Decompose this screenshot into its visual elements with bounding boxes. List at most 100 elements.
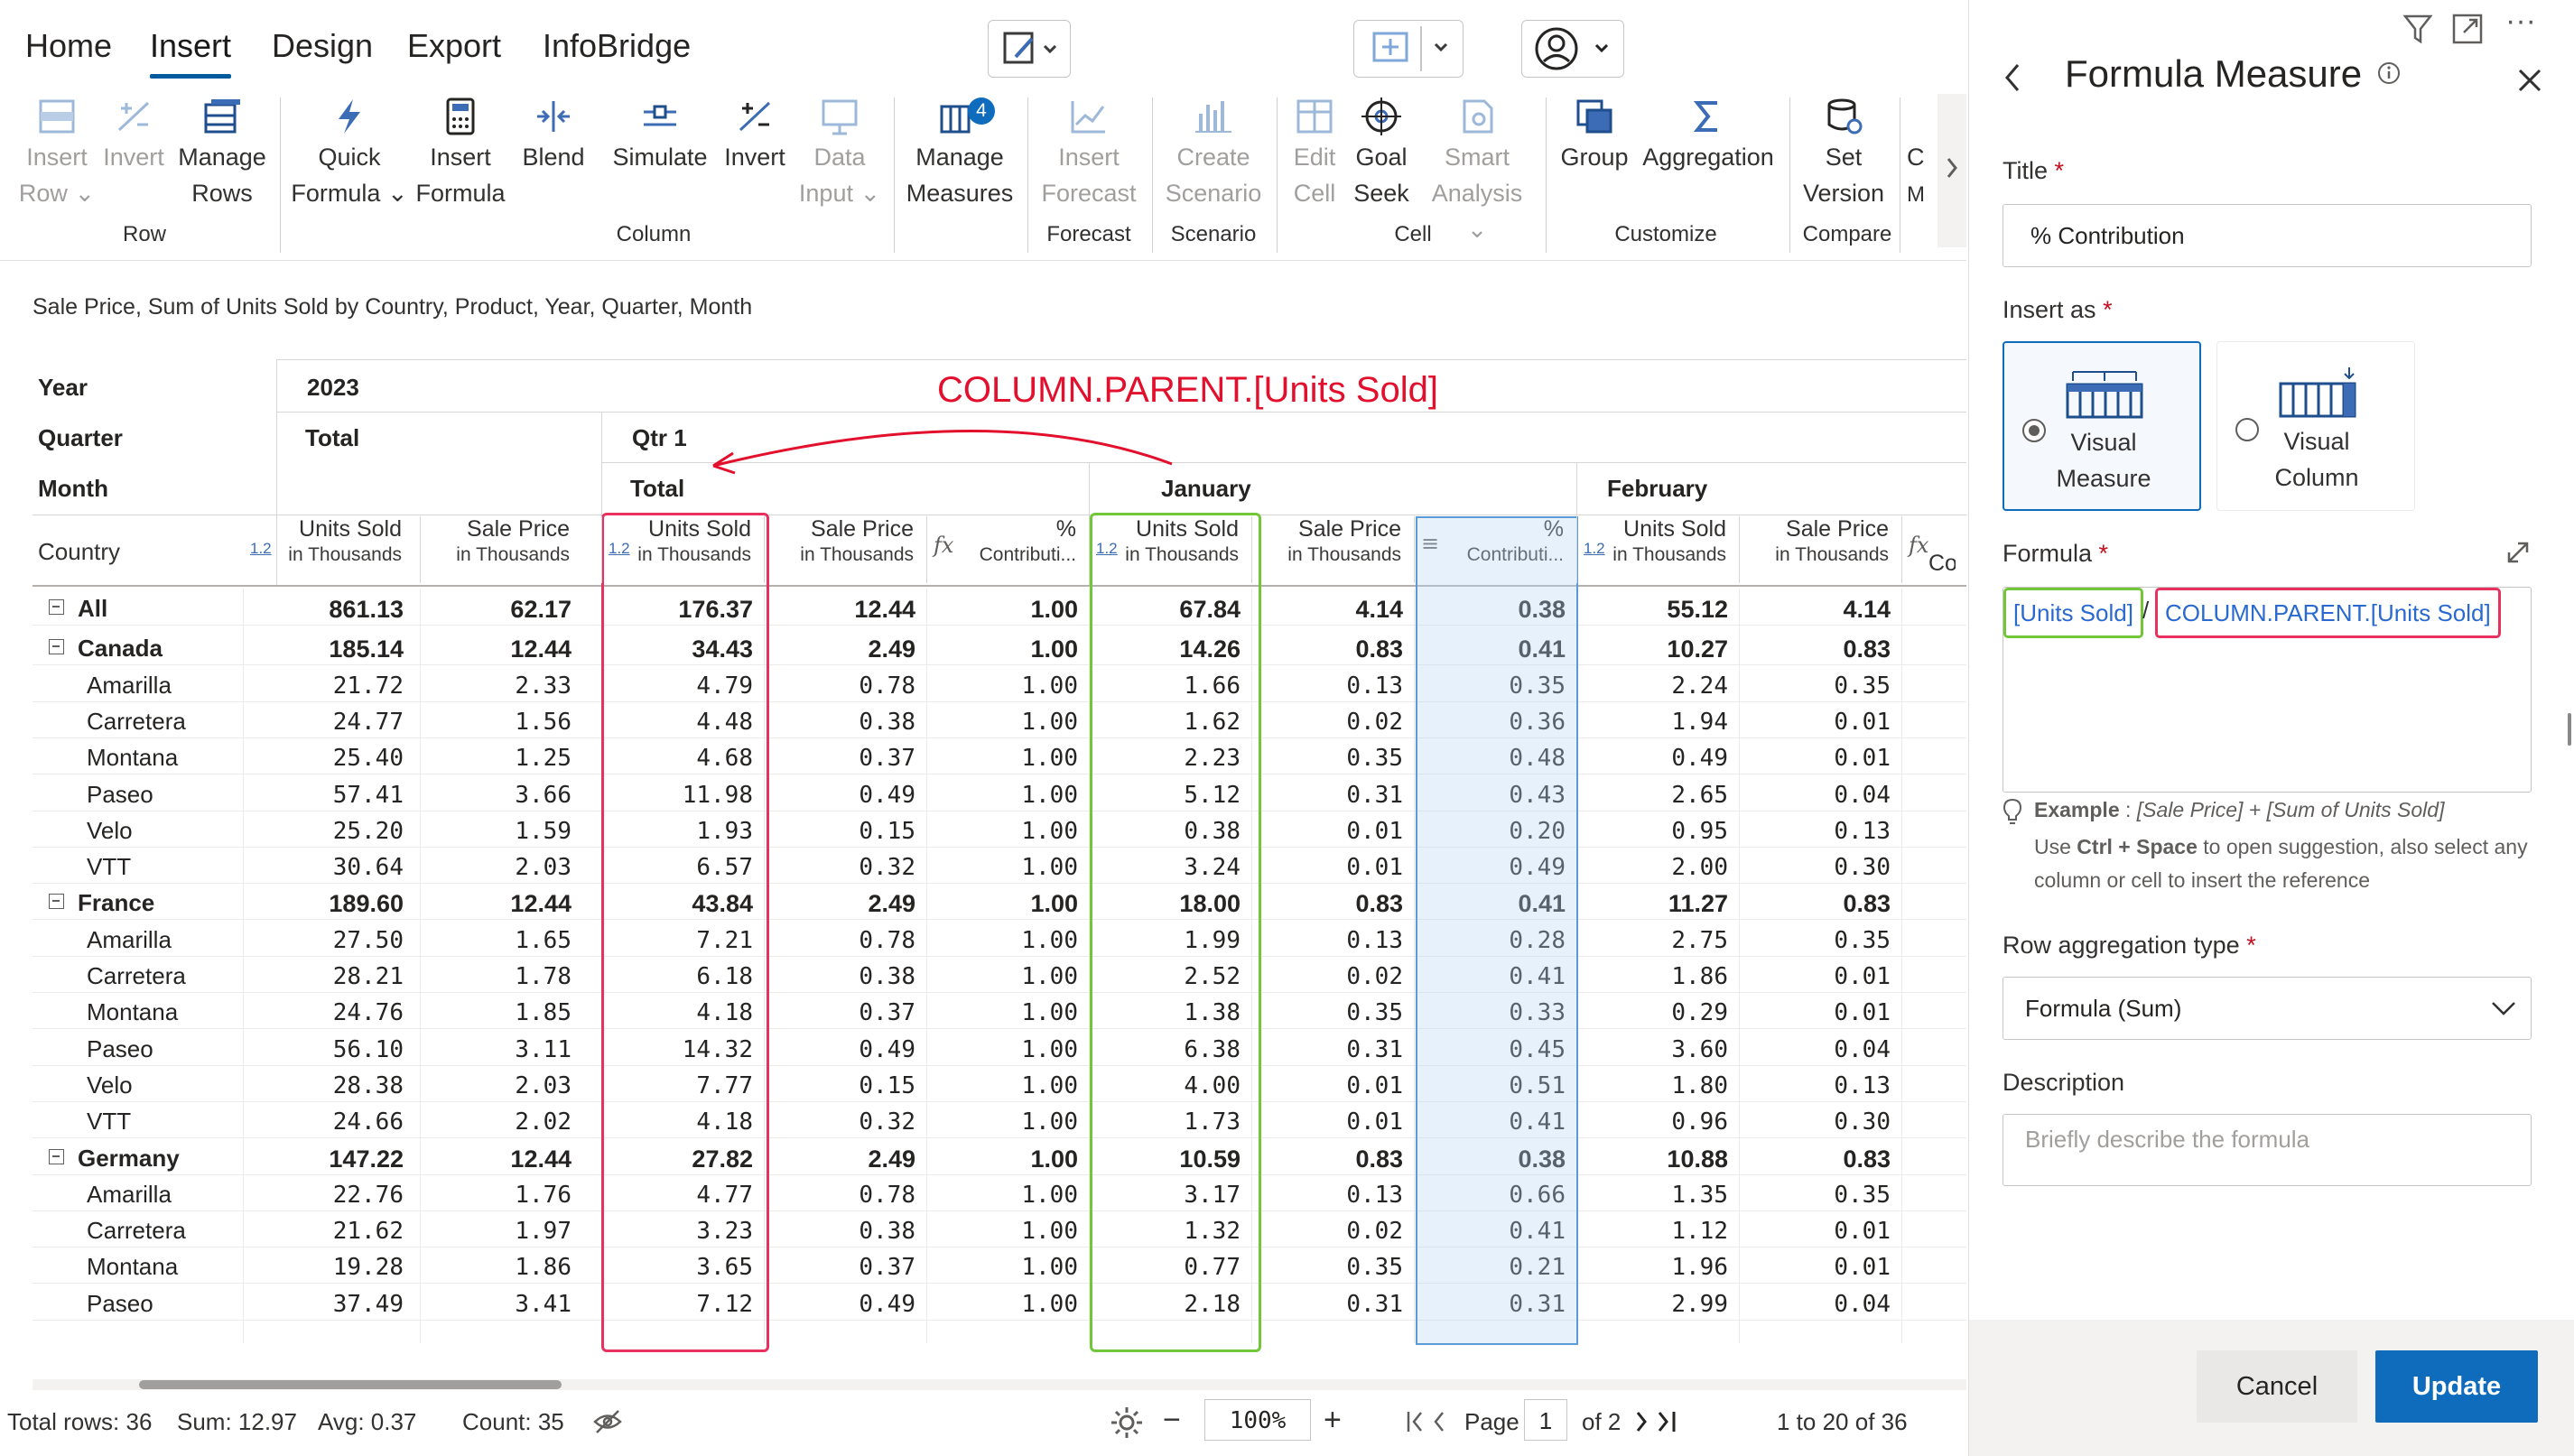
cell-value[interactable]: 2.49	[780, 890, 915, 918]
tab-export[interactable]: Export	[407, 27, 501, 65]
cell-value[interactable]: 1.00	[943, 1108, 1078, 1136]
settings-gear-icon[interactable]	[1109, 1405, 1145, 1441]
cell-value[interactable]: 0.13	[1755, 1072, 1891, 1099]
cell-value[interactable]: 2.03	[436, 854, 571, 881]
cell-value[interactable]: 0.31	[1268, 1036, 1403, 1063]
quick-formula-button[interactable]: Quick Formula ⌄	[291, 97, 408, 211]
cell-value[interactable]: 0.29	[1593, 999, 1728, 1026]
cell-value[interactable]: 1.00	[943, 1254, 1078, 1281]
cell-value[interactable]: 0.38	[780, 709, 915, 736]
january-header[interactable]: January	[1161, 475, 1251, 503]
group-row[interactable]: Canada 185.14 12.44 34.43 2.49 1.00 14.26 0.83 0…	[33, 628, 1966, 666]
cell-value[interactable]: 1.56	[436, 709, 571, 736]
title-input[interactable]: % Contribution	[2003, 204, 2532, 267]
blend-button[interactable]: Blend	[513, 97, 594, 175]
cell-value[interactable]: 0.02	[1268, 963, 1403, 990]
cell-value[interactable]: 0.35	[1268, 999, 1403, 1026]
cell-value[interactable]: 0.49	[780, 1291, 915, 1318]
cell-value[interactable]: 0.49	[1593, 745, 1728, 772]
cell-value[interactable]: 0.38	[780, 1218, 915, 1245]
panel-resize-handle[interactable]	[2568, 713, 2571, 746]
more-options-icon[interactable]: ···	[2505, 4, 2536, 39]
cell-value[interactable]: 0.01	[1755, 709, 1891, 736]
cell-value[interactable]: 24.66	[268, 1108, 404, 1136]
horizontal-scrollbar-thumb[interactable]	[139, 1380, 562, 1389]
table-row[interactable]: VTT 24.66 2.02 4.18 0.32 1.00 1.73 0.01 0.41 0.96…	[33, 1101, 1966, 1139]
cell-value[interactable]: 12.44	[436, 1145, 571, 1173]
cell-value[interactable]: 1.86	[436, 1254, 571, 1281]
formula-token-units-sold[interactable]: [Units Sold]	[2003, 588, 2143, 638]
cell-value[interactable]: 0.83	[1268, 1145, 1403, 1173]
cell-value[interactable]: 0.01	[1755, 1218, 1891, 1245]
column-header-4[interactable]: % Contributi... fx	[928, 516, 1076, 581]
cell-value[interactable]: 1.97	[436, 1218, 571, 1245]
cell-value[interactable]: 0.37	[780, 999, 915, 1026]
cell-value[interactable]: 0.04	[1755, 782, 1891, 809]
cell-value[interactable]: 0.13	[1755, 818, 1891, 845]
table-row[interactable]: Amarilla 22.76 1.76 4.77 0.78 1.00 3.17 0.13 0.6…	[33, 1174, 1966, 1211]
zoom-in-button[interactable]: +	[1324, 1403, 1342, 1438]
cell-value[interactable]: 1.35	[1593, 1182, 1728, 1209]
simulate-button[interactable]: Simulate	[603, 97, 717, 175]
month-total-header[interactable]: Total	[630, 475, 684, 503]
cell-value[interactable]: 0.78	[780, 1182, 915, 1209]
table-row[interactable]: Amarilla 27.50 1.65 7.21 0.78 1.00 1.99 0.13 0.2…	[33, 920, 1966, 957]
manage-measures-button[interactable]: 4 Manage Measures	[903, 97, 1017, 211]
group-button[interactable]: Group	[1555, 97, 1634, 175]
cell-value[interactable]: 2.99	[1593, 1291, 1728, 1318]
cell-value[interactable]: 0.13	[1268, 1182, 1403, 1209]
cell-value[interactable]: 1.00	[943, 927, 1078, 954]
next-last-page-icon[interactable]	[1631, 1408, 1685, 1435]
cell-value[interactable]: 0.30	[1755, 1108, 1891, 1136]
cell-value[interactable]: 10.88	[1593, 1145, 1728, 1173]
cell-value[interactable]: 0.01	[1755, 1254, 1891, 1281]
insert-row-button[interactable]: Insert Row ⌄	[16, 97, 98, 211]
cell-value[interactable]: 0.83	[1268, 890, 1403, 918]
create-scenario-button[interactable]: Create Scenario	[1159, 97, 1268, 211]
cell-value[interactable]: 3.60	[1593, 1036, 1728, 1063]
cell-value[interactable]: 0.32	[780, 1108, 915, 1136]
format-dropdown-button[interactable]	[988, 20, 1071, 78]
cell-value[interactable]: 1.00	[943, 854, 1078, 881]
cell-value[interactable]: 0.01	[1755, 963, 1891, 990]
cell-value[interactable]: 21.72	[268, 672, 404, 700]
cell-value[interactable]: 4.14	[1268, 596, 1403, 624]
cell-value[interactable]: 22.76	[268, 1182, 404, 1209]
cell-value[interactable]: 3.41	[436, 1291, 571, 1318]
cell-value[interactable]: 1.00	[943, 635, 1078, 663]
cell-value[interactable]: 0.32	[780, 854, 915, 881]
table-row[interactable]: Montana 19.28 1.86 3.65 0.37 1.00 0.77 0.35 0.21…	[33, 1247, 1966, 1284]
comment-dropdown-button[interactable]	[1353, 20, 1464, 78]
cell-value[interactable]: 24.76	[268, 999, 404, 1026]
cell-value[interactable]: 2.00	[1593, 854, 1728, 881]
cell-value[interactable]: 0.96	[1593, 1108, 1728, 1136]
cell-value[interactable]: 3.66	[436, 782, 571, 809]
cell-value[interactable]: 25.40	[268, 745, 404, 772]
column-header-1[interactable]: Sale Price in Thousands	[422, 516, 570, 581]
cell-value[interactable]: 0.04	[1755, 1291, 1891, 1318]
table-row[interactable]: Velo 28.38 2.03 7.77 0.15 1.00 4.00 0.01 0.51 1.8…	[33, 1065, 1966, 1102]
close-icon[interactable]	[2516, 67, 2543, 94]
cell-value[interactable]: 0.35	[1755, 672, 1891, 700]
cell-value[interactable]: 1.25	[436, 745, 571, 772]
cell-value[interactable]: 0.15	[780, 1072, 915, 1099]
cell-value[interactable]: 1.00	[943, 709, 1078, 736]
cell-value[interactable]: 0.31	[1268, 782, 1403, 809]
cell-value[interactable]: 2.49	[780, 1145, 915, 1173]
cell-value[interactable]: 0.83	[1268, 635, 1403, 663]
cell-value[interactable]: 1.00	[943, 596, 1078, 624]
cell-value[interactable]: 12.44	[780, 596, 915, 624]
ribbon-scroll-right[interactable]	[1937, 94, 1966, 247]
cell-value[interactable]: 0.01	[1268, 854, 1403, 881]
edit-cell-button[interactable]: Edit Cell	[1282, 97, 1347, 211]
cell-value[interactable]: 2.49	[780, 635, 915, 663]
expand-editor-icon[interactable]	[2504, 538, 2532, 567]
hide-eye-icon[interactable]	[592, 1408, 623, 1435]
cell-value[interactable]: 185.14	[268, 635, 404, 663]
cell-value[interactable]: 4.14	[1755, 596, 1891, 624]
cell-value[interactable]: 1.00	[943, 999, 1078, 1026]
first-prev-page-icon[interactable]	[1405, 1408, 1459, 1435]
cell-value[interactable]: 1.12	[1593, 1218, 1728, 1245]
cell-value[interactable]: 1.00	[943, 1036, 1078, 1063]
cell-value[interactable]: 0.35	[1268, 745, 1403, 772]
